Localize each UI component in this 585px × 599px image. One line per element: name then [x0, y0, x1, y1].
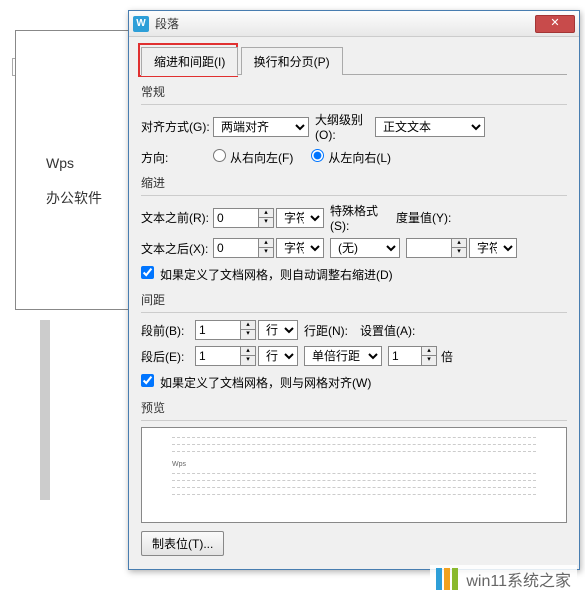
indent-after-input[interactable]: [213, 238, 259, 258]
indent-before-input[interactable]: [213, 208, 259, 228]
special-select[interactable]: (无): [330, 238, 400, 258]
preview-box: Wps: [141, 427, 567, 523]
align-label: 对齐方式(G):: [141, 118, 213, 135]
linespace-select[interactable]: 单倍行距: [304, 346, 382, 366]
space-after-label: 段后(E):: [141, 348, 195, 365]
tabstops-button[interactable]: 制表位(T)...: [141, 531, 224, 556]
space-after-input[interactable]: [195, 346, 241, 366]
space-before-unit[interactable]: 行: [258, 320, 298, 340]
setvalue-unit: 倍: [441, 348, 453, 365]
direction-rtl-radio[interactable]: [213, 149, 226, 162]
app-icon: W: [133, 16, 149, 32]
outline-select[interactable]: 正文文本: [375, 117, 485, 137]
watermark-logo-icon: [436, 568, 460, 590]
tab-bar: 缩进和间距(I) 换行和分页(P): [141, 47, 567, 75]
spinner-icon[interactable]: ▴▾: [259, 238, 274, 258]
spinner-icon[interactable]: ▴▾: [241, 320, 256, 340]
direction-rtl-option[interactable]: 从右向左(F): [213, 149, 293, 166]
measure-input[interactable]: [406, 238, 452, 258]
spinner-icon[interactable]: ▴▾: [452, 238, 467, 258]
doc-ruler: [40, 320, 50, 500]
spinner-icon[interactable]: ▴▾: [241, 346, 256, 366]
section-spacing: 间距: [141, 291, 567, 308]
section-preview: 预览: [141, 399, 567, 416]
space-before-input[interactable]: [195, 320, 241, 340]
spinner-icon[interactable]: ▴▾: [422, 346, 437, 366]
setvalue-input[interactable]: [388, 346, 422, 366]
paragraph-dialog: W 段落 ✕ 缩进和间距(I) 换行和分页(P) 常规 对齐方式(G): 两端对…: [128, 10, 580, 570]
document-page: Wps 办公软件: [15, 30, 135, 310]
spacing-grid-checkbox[interactable]: [141, 374, 154, 387]
close-button[interactable]: ✕: [535, 15, 575, 33]
doc-line-2: 办公软件: [46, 181, 102, 216]
spacing-grid-option[interactable]: 如果定义了文档网格，则与网格对齐(W): [141, 374, 371, 391]
watermark-text: win11系统之家: [466, 567, 571, 591]
tab-indent-spacing[interactable]: 缩进和间距(I): [141, 47, 238, 76]
tab-line-page-break[interactable]: 换行和分页(P): [241, 47, 343, 75]
section-general: 常规: [141, 83, 567, 100]
measure-label: 度量值(Y):: [396, 209, 454, 226]
dialog-title: 段落: [155, 15, 535, 32]
indent-grid-checkbox[interactable]: [141, 266, 154, 279]
indent-grid-option[interactable]: 如果定义了文档网格，则自动调整右缩进(D): [141, 266, 393, 283]
indent-before-label: 文本之前(R):: [141, 209, 213, 226]
watermark: win11系统之家: [430, 565, 577, 593]
indent-before-unit[interactable]: 字符: [276, 208, 324, 228]
indent-after-unit[interactable]: 字符: [276, 238, 324, 258]
outline-label: 大纲级别(O):: [315, 111, 375, 142]
doc-line-1: Wps: [46, 146, 102, 181]
direction-label: 方向:: [141, 149, 213, 166]
spinner-icon[interactable]: ▴▾: [259, 208, 274, 228]
space-before-label: 段前(B):: [141, 322, 195, 339]
direction-ltr-radio[interactable]: [311, 149, 324, 162]
linespace-label: 行距(N):: [304, 322, 354, 339]
indent-after-label: 文本之后(X):: [141, 240, 213, 257]
direction-ltr-option[interactable]: 从左向右(L): [311, 149, 391, 166]
space-after-unit[interactable]: 行: [258, 346, 298, 366]
section-indent: 缩进: [141, 174, 567, 191]
special-label: 特殊格式(S):: [330, 202, 390, 233]
measure-unit[interactable]: 字符: [469, 238, 517, 258]
align-select[interactable]: 两端对齐: [213, 117, 309, 137]
setvalue-label: 设置值(A):: [360, 322, 418, 339]
titlebar[interactable]: W 段落 ✕: [129, 11, 579, 37]
